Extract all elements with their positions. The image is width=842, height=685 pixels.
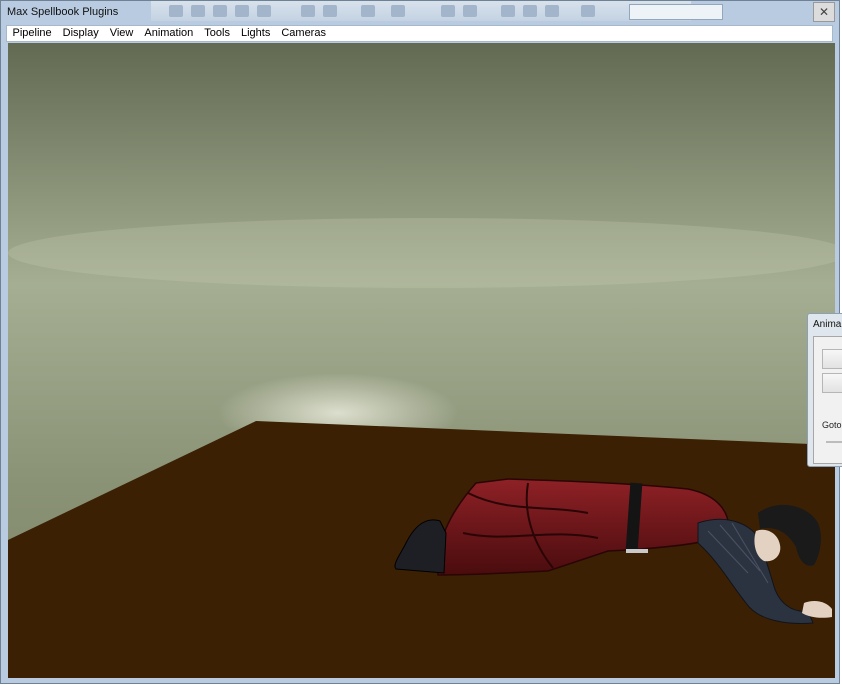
goto-label: Goto bbox=[822, 420, 842, 430]
panel-button-2[interactable] bbox=[822, 373, 842, 393]
menu-animation[interactable]: Animation bbox=[139, 26, 199, 41]
animation-panel: Anima Goto bbox=[807, 313, 842, 467]
menu-tools[interactable]: Tools bbox=[199, 26, 236, 41]
panel-body: Goto bbox=[813, 336, 842, 464]
wall-haze bbox=[8, 218, 835, 288]
panel-title: Anima bbox=[813, 319, 842, 330]
scene-render bbox=[8, 43, 835, 678]
window-title: Max Spellbook Plugins bbox=[7, 6, 119, 18]
title-bar: Max Spellbook Plugins ✕ bbox=[1, 1, 839, 23]
app-window: Max Spellbook Plugins ✕ Pipeline Display… bbox=[0, 0, 842, 684]
menu-cameras[interactable]: Cameras bbox=[276, 26, 332, 41]
menu-display[interactable]: Display bbox=[57, 26, 104, 41]
buckle bbox=[626, 549, 648, 553]
menu-pipeline[interactable]: Pipeline bbox=[7, 26, 57, 41]
close-button[interactable]: ✕ bbox=[813, 2, 835, 22]
menu-lights[interactable]: Lights bbox=[235, 26, 275, 41]
menu-view[interactable]: View bbox=[104, 26, 139, 41]
menu-bar: Pipeline Display View Animation Tools Li… bbox=[6, 25, 833, 42]
panel-button-1[interactable] bbox=[822, 349, 842, 369]
close-icon: ✕ bbox=[818, 5, 830, 19]
3d-viewport[interactable] bbox=[8, 43, 835, 678]
goto-slider[interactable] bbox=[826, 441, 842, 443]
